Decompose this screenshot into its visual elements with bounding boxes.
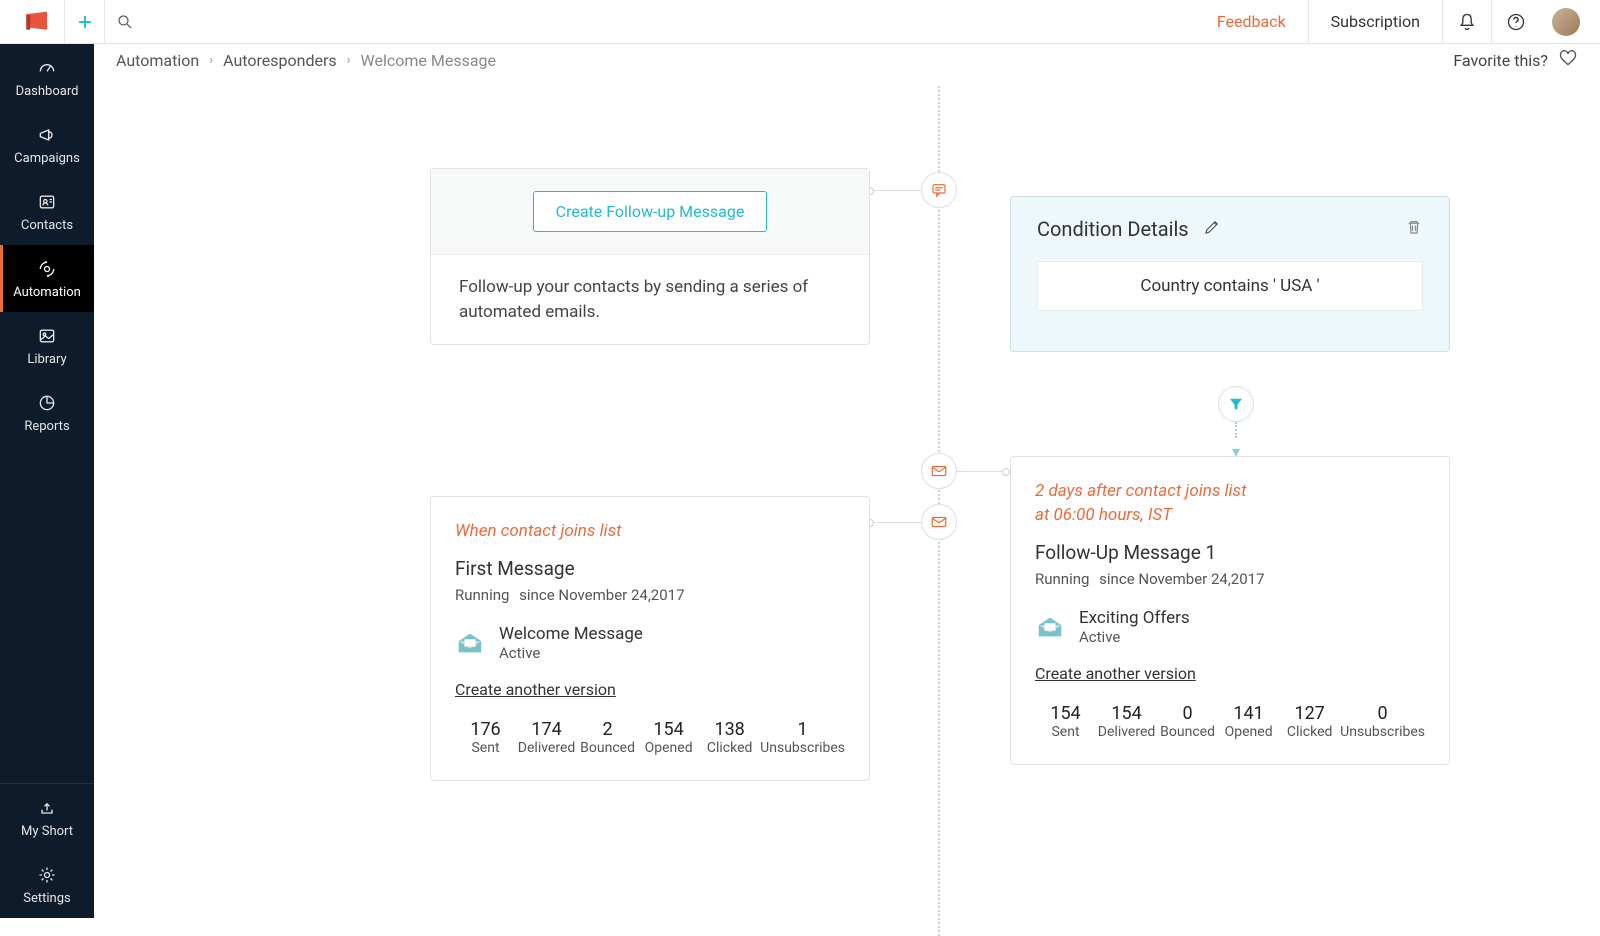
funnel-node: ▾ [1218,386,1254,461]
favorite-label: Favorite this? [1453,51,1548,70]
connector [870,190,922,192]
topbar: Feedback Subscription [0,0,1600,44]
crumb-autoresponders[interactable]: Autoresponders [223,51,337,70]
sidebar-label: Automation [4,285,90,300]
condition-value: Country contains ' USA ' [1037,261,1423,311]
sidebar-item-myshort[interactable]: My Short [0,784,94,851]
gauge-icon [36,58,58,78]
feedback-link[interactable]: Feedback [1195,0,1308,43]
stat: 2Bounced [577,719,638,756]
user-avatar[interactable] [1540,8,1588,36]
chevron-right-icon: › [347,53,351,68]
stat: 138Clicked [699,719,760,756]
help-button[interactable] [1491,0,1540,43]
trash-icon[interactable] [1405,218,1423,240]
stat: 1Unsubscribes [760,719,845,756]
trigger-text: When contact joins list [455,521,845,541]
followup-card: 2 days after contact joins list at 06:00… [1010,456,1450,765]
stat: 154Sent [1035,703,1096,740]
crumb-current: Welcome Message [361,51,496,70]
notifications-button[interactable] [1442,0,1491,43]
connector [956,471,1006,473]
breadcrumb: Automation › Autoresponders › Welcome Me… [94,44,1600,76]
edit-icon[interactable] [1203,218,1221,240]
speech-node [921,172,957,208]
pie-icon [36,393,58,413]
running-info: Running since November 24,2017 [455,586,845,604]
heart-icon[interactable] [1558,48,1578,72]
automation-icon [36,259,58,279]
first-message-card: When contact joins list First Message Ru… [430,496,870,781]
envelope-open-icon [455,628,485,658]
stat: 0Bounced [1157,703,1218,740]
campaign-name: Welcome Message [499,624,643,644]
stat: 154Delivered [1096,703,1157,740]
sidebar-item-library[interactable]: Library [0,312,94,379]
intro-card: Create Follow-up Message Follow-up your … [430,168,870,345]
sidebar-label: Campaigns [4,151,90,166]
sidebar-label: Contacts [4,218,90,233]
funnel-icon [1227,395,1245,413]
sidebar-item-reports[interactable]: Reports [0,379,94,446]
sidebar-label: Dashboard [4,84,90,99]
sidebar-label: Library [4,352,90,367]
campaign-status: Active [1079,628,1190,646]
intro-desc: Follow-up your contacts by sending a ser… [431,255,869,344]
sidebar-item-settings[interactable]: Settings [0,851,94,918]
subscription-link[interactable]: Subscription [1308,0,1442,43]
sidebar-label: My Short [4,824,90,839]
create-version-link[interactable]: Create another version [455,680,616,699]
envelope-open-icon [1035,612,1065,642]
add-button[interactable] [64,0,104,44]
sidebar: Dashboard Campaigns Contacts Automation … [0,44,94,918]
sidebar-item-contacts[interactable]: Contacts [0,178,94,245]
trigger-line1: 2 days after contact joins list [1035,481,1425,501]
stats-row: 154Sent154Delivered0Bounced141Opened127C… [1035,703,1425,740]
content: Automation › Autoresponders › Welcome Me… [94,44,1600,918]
stat: 176Sent [455,719,516,756]
sidebar-label: Reports [4,419,90,434]
crumb-automation[interactable]: Automation [116,51,199,70]
sidebar-item-automation[interactable]: Automation [0,245,94,312]
gear-icon [36,865,58,885]
contacts-icon [36,192,58,212]
chevron-right-icon: › [209,53,213,68]
megaphone-icon [36,125,58,145]
sidebar-item-campaigns[interactable]: Campaigns [0,111,94,178]
condition-card: Condition Details Country contains ' USA… [1010,196,1450,352]
message-node-left [921,504,957,540]
create-followup-button[interactable]: Create Follow-up Message [533,191,768,232]
image-icon [36,326,58,346]
stat: 141Opened [1218,703,1279,740]
stats-row: 176Sent174Delivered2Bounced154Opened138C… [455,719,845,756]
message-title: Follow-Up Message 1 [1035,541,1425,564]
sidebar-item-dashboard[interactable]: Dashboard [0,44,94,111]
stat: 174Delivered [516,719,577,756]
connector [870,522,922,524]
message-node-right [921,453,957,489]
shortcut-icon [36,798,58,818]
app-logo[interactable] [12,9,64,35]
trigger-line2: at 06:00 hours, IST [1035,505,1425,525]
campaign-name: Exciting Offers [1079,608,1190,628]
running-info: Running since November 24,2017 [1035,570,1425,588]
search-button[interactable] [104,0,144,44]
condition-title: Condition Details [1037,217,1189,241]
stat: 0Unsubscribes [1340,703,1425,740]
message-title: First Message [455,557,845,580]
sidebar-label: Settings [4,891,90,906]
stat: 154Opened [638,719,699,756]
create-version-link[interactable]: Create another version [1035,664,1196,683]
campaign-status: Active [499,644,643,662]
stat: 127Clicked [1279,703,1340,740]
